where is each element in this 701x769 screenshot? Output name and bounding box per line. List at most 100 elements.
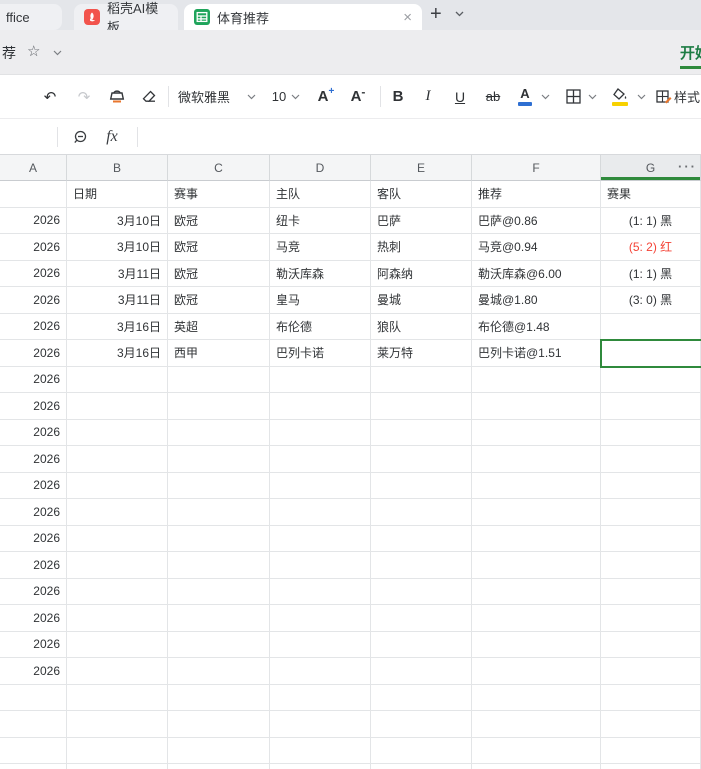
font-color-button[interactable]: A <box>514 75 536 118</box>
cell[interactable] <box>270 419 371 446</box>
cell[interactable]: 布伦德 <box>270 313 371 340</box>
insert-function-button[interactable]: fx <box>100 119 124 155</box>
cell[interactable]: 热刺 <box>371 234 472 261</box>
cell[interactable] <box>270 658 371 685</box>
cell[interactable]: 3月11日 <box>67 260 168 287</box>
cell[interactable] <box>270 578 371 605</box>
cell[interactable]: (1: 1) 黑 <box>601 207 701 234</box>
cell[interactable] <box>601 499 701 526</box>
cell[interactable]: 推荐 <box>472 181 601 208</box>
cell[interactable] <box>168 631 270 658</box>
cell[interactable] <box>601 658 701 685</box>
document-menu-chevron-icon[interactable] <box>53 50 62 56</box>
cell[interactable]: 巴萨 <box>371 207 472 234</box>
font-color-chevron-icon[interactable] <box>540 75 550 118</box>
cell[interactable]: 狼队 <box>371 313 472 340</box>
cell[interactable] <box>371 472 472 499</box>
cell[interactable] <box>601 631 701 658</box>
cell[interactable] <box>472 578 601 605</box>
cell[interactable] <box>67 631 168 658</box>
cell[interactable] <box>601 605 701 632</box>
cell[interactable]: 3月10日 <box>67 207 168 234</box>
cell[interactable] <box>168 684 270 711</box>
cell[interactable]: 2026 <box>0 366 67 393</box>
font-size-select[interactable]: 10 <box>270 75 288 118</box>
cell[interactable] <box>601 366 701 393</box>
column-header-e[interactable]: E <box>371 155 472 181</box>
cell[interactable] <box>67 578 168 605</box>
borders-button[interactable] <box>562 75 584 118</box>
cell[interactable] <box>371 552 472 579</box>
cell[interactable]: 皇马 <box>270 287 371 314</box>
cell[interactable] <box>601 472 701 499</box>
cell[interactable] <box>472 684 601 711</box>
cell[interactable] <box>168 711 270 738</box>
cell[interactable]: 英超 <box>168 313 270 340</box>
cell[interactable] <box>371 578 472 605</box>
cell[interactable] <box>67 419 168 446</box>
increase-font-size-button[interactable]: A + <box>314 75 338 118</box>
cell[interactable] <box>67 605 168 632</box>
cell[interactable] <box>168 578 270 605</box>
cell[interactable] <box>371 446 472 473</box>
cell[interactable]: 3月16日 <box>67 313 168 340</box>
tab-wps-office[interactable]: ffice <box>0 4 62 30</box>
cell[interactable] <box>270 631 371 658</box>
cell[interactable] <box>472 393 601 420</box>
cell[interactable] <box>270 366 371 393</box>
cell[interactable] <box>472 552 601 579</box>
cell[interactable] <box>472 525 601 552</box>
cell[interactable]: 2026 <box>0 472 67 499</box>
cell[interactable] <box>67 737 168 764</box>
cell[interactable]: 2026 <box>0 658 67 685</box>
cell[interactable] <box>472 446 601 473</box>
cell[interactable]: 马竞@0.94 <box>472 234 601 261</box>
column-header-b[interactable]: B <box>67 155 168 181</box>
close-tab-icon[interactable]: × <box>403 9 412 26</box>
cell[interactable] <box>0 181 67 208</box>
format-painter-button[interactable] <box>106 75 128 118</box>
cell[interactable] <box>168 393 270 420</box>
cell[interactable] <box>371 711 472 738</box>
cell[interactable] <box>601 552 701 579</box>
more-columns-icon[interactable]: ··· <box>678 159 697 174</box>
cell[interactable] <box>601 764 701 769</box>
tab-docer-ai-templates[interactable]: 稻壳AI模板 <box>74 1 178 35</box>
cell[interactable] <box>67 658 168 685</box>
cell[interactable]: 巴萨@0.86 <box>472 207 601 234</box>
cell[interactable] <box>67 684 168 711</box>
cell[interactable] <box>371 393 472 420</box>
decrease-font-size-button[interactable]: A- <box>346 75 370 118</box>
cell[interactable] <box>270 393 371 420</box>
cell[interactable]: 主队 <box>270 181 371 208</box>
cell[interactable]: 2026 <box>0 525 67 552</box>
borders-chevron-icon[interactable] <box>587 75 597 118</box>
cell[interactable]: 赛果 <box>601 181 701 208</box>
cell[interactable] <box>67 499 168 526</box>
cell[interactable]: 马竞 <box>270 234 371 261</box>
cell[interactable] <box>168 605 270 632</box>
cell[interactable] <box>67 552 168 579</box>
zoom-out-button[interactable] <box>68 119 92 155</box>
cell[interactable]: 2026 <box>0 287 67 314</box>
cell-style-button[interactable] <box>654 75 674 118</box>
cell[interactable]: 2026 <box>0 234 67 261</box>
cell[interactable] <box>270 525 371 552</box>
cell[interactable] <box>371 631 472 658</box>
cell[interactable]: 欧冠 <box>168 287 270 314</box>
cell[interactable] <box>168 472 270 499</box>
cell[interactable]: 2026 <box>0 552 67 579</box>
cell[interactable]: 2026 <box>0 260 67 287</box>
cell[interactable]: 3月10日 <box>67 234 168 261</box>
cell[interactable] <box>472 711 601 738</box>
cell[interactable] <box>270 605 371 632</box>
cell[interactable] <box>270 737 371 764</box>
redo-button[interactable]: ↷ <box>74 75 94 118</box>
cell[interactable] <box>270 499 371 526</box>
cell[interactable] <box>67 525 168 552</box>
cell[interactable] <box>168 419 270 446</box>
cell[interactable]: 欧冠 <box>168 260 270 287</box>
cell[interactable] <box>168 525 270 552</box>
favorite-star-icon[interactable]: ☆ <box>27 42 40 60</box>
underline-button[interactable]: U <box>450 75 470 118</box>
